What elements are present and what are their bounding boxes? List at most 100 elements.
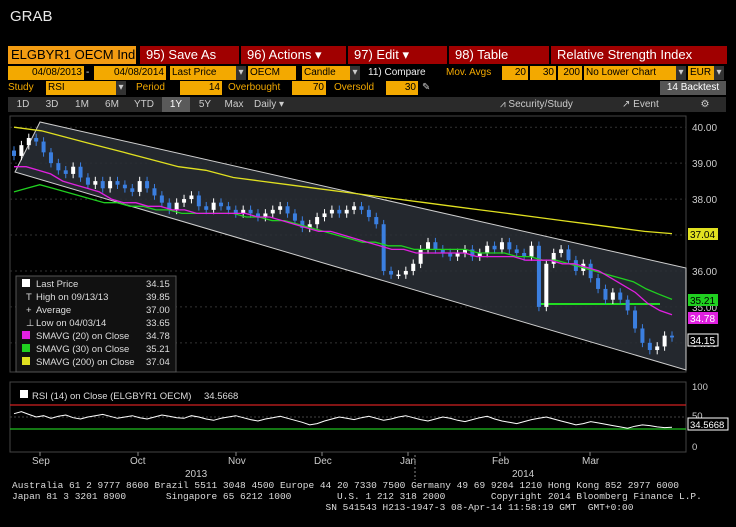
chart-area[interactable]: 40.0039.0038.0037.0036.0035.0034.00 37.0… bbox=[0, 112, 736, 480]
range-5y[interactable]: 5Y bbox=[192, 97, 218, 112]
candle-body bbox=[108, 181, 113, 189]
candle-body bbox=[226, 206, 231, 210]
range-1m[interactable]: 1M bbox=[68, 97, 96, 112]
candle-body bbox=[48, 152, 53, 164]
rsi-value-tag-text: 34.5668 bbox=[690, 420, 724, 431]
actions-menu[interactable]: 96) Actions ▾ bbox=[241, 46, 346, 64]
window-titlebar: GRAB bbox=[0, 0, 736, 42]
candle-body bbox=[603, 288, 608, 300]
price-mode-select[interactable]: Last Price bbox=[170, 66, 236, 80]
chevron-down-icon: ▾ bbox=[279, 99, 285, 110]
range-1y[interactable]: 1Y bbox=[162, 97, 190, 112]
legend-high-label: High on 09/13/13 bbox=[36, 292, 108, 303]
candle-body bbox=[544, 263, 549, 307]
frequency-label: Daily bbox=[254, 99, 277, 110]
candle-body bbox=[56, 163, 61, 171]
candle-body bbox=[396, 274, 401, 277]
range-ytd[interactable]: YTD bbox=[128, 97, 160, 112]
mov-avg-1-field[interactable]: 20 bbox=[502, 66, 528, 80]
rsi-tick-0: 0 bbox=[692, 442, 697, 453]
period-label: Period bbox=[136, 82, 165, 93]
range-6m[interactable]: 6M bbox=[98, 97, 126, 112]
candle-body bbox=[596, 278, 601, 289]
chevron-down-icon[interactable]: ▾ bbox=[116, 81, 126, 95]
legend-average-value: 37.00 bbox=[146, 305, 170, 316]
candle-body bbox=[248, 209, 253, 214]
candle-body bbox=[529, 245, 534, 257]
style-select[interactable]: Candle bbox=[302, 66, 350, 80]
candle-body bbox=[670, 335, 674, 338]
save-as-button[interactable]: 95) Save As bbox=[140, 46, 239, 64]
period-field[interactable]: 14 bbox=[180, 81, 222, 95]
footer-line-2: Japan 81 3 3201 8900 Singapore 65 6212 1… bbox=[12, 491, 702, 502]
lower-chart-select[interactable]: No Lower Chart bbox=[584, 66, 676, 80]
legend-last-value: 34.15 bbox=[146, 279, 170, 290]
mov-avg-2-field[interactable]: 30 bbox=[530, 66, 556, 80]
sma200-swatch bbox=[22, 357, 30, 365]
edit-menu[interactable]: 97) Edit ▾ bbox=[348, 46, 447, 64]
candle-body bbox=[366, 209, 371, 218]
chevron-down-icon: ▾ bbox=[314, 47, 322, 62]
x-axis: Sep Oct Nov Dec Jan Feb Mar bbox=[32, 452, 600, 467]
start-date-field[interactable]: 04/08/2013 bbox=[8, 66, 84, 80]
currency-select[interactable]: EUR bbox=[688, 66, 714, 80]
window-title: GRAB bbox=[10, 8, 53, 25]
gear-icon[interactable]: ⚙ bbox=[690, 97, 720, 112]
event-label: Event bbox=[633, 99, 659, 110]
security-study-button[interactable]: ⩘ Security/Study bbox=[500, 97, 610, 112]
legend-average-label: Average bbox=[36, 305, 71, 316]
legend-sma20-value: 34.78 bbox=[146, 331, 170, 342]
candle-body bbox=[389, 270, 394, 275]
year-label-2013: 2013 bbox=[185, 469, 208, 480]
y-tick-label: 39.00 bbox=[692, 159, 717, 170]
legend-low-value: 33.65 bbox=[146, 318, 170, 329]
candle-body bbox=[278, 206, 283, 210]
candle-body bbox=[174, 202, 179, 210]
chevron-down-icon[interactable]: ▾ bbox=[676, 66, 686, 80]
candle-body bbox=[374, 217, 379, 225]
candle-body bbox=[211, 202, 216, 210]
overbought-field[interactable]: 70 bbox=[292, 81, 326, 95]
candle-body bbox=[322, 213, 327, 218]
sma30-tag-text: 35.21 bbox=[690, 296, 715, 307]
legend-last-label: Last Price bbox=[36, 279, 78, 290]
event-button[interactable]: ↗ Event bbox=[622, 97, 682, 112]
chevron-down-icon[interactable]: ▾ bbox=[350, 66, 360, 80]
rsi-legend-label: RSI (14) on Close (ELGBYR1 OECM) bbox=[32, 391, 191, 402]
footer: Australia 61 2 9777 8600 Brazil 5511 304… bbox=[12, 480, 702, 513]
candle-body bbox=[182, 199, 187, 203]
legend-sma20-label: SMAVG (20) on Close bbox=[36, 331, 129, 342]
source-field[interactable]: OECM bbox=[248, 66, 296, 80]
table-button[interactable]: 98) Table bbox=[449, 46, 549, 64]
study-select[interactable]: RSI bbox=[46, 81, 116, 95]
year-label-2014: 2014 bbox=[512, 469, 535, 480]
candle-body bbox=[418, 249, 423, 264]
candle-body bbox=[352, 206, 357, 210]
candle-body bbox=[426, 242, 431, 250]
pencil-icon[interactable]: ✎ bbox=[422, 81, 436, 95]
rsi-swatch bbox=[20, 390, 28, 398]
backtest-button[interactable]: 14 Backtest bbox=[660, 81, 726, 95]
legend-sma200-value: 37.04 bbox=[146, 357, 170, 368]
chevron-down-icon[interactable]: ▾ bbox=[714, 66, 724, 80]
range-3d[interactable]: 3D bbox=[38, 97, 66, 112]
mov-avg-3-field[interactable]: 200 bbox=[558, 66, 582, 80]
legend-high-value: 39.85 bbox=[146, 292, 170, 303]
range-max[interactable]: Max bbox=[220, 97, 248, 112]
candle-body bbox=[189, 195, 194, 200]
chevron-down-icon[interactable]: ▾ bbox=[236, 66, 246, 80]
ticker-field[interactable]: ELGBYR1 OECM Ind bbox=[8, 46, 136, 64]
end-date-field[interactable]: 04/08/2014 bbox=[94, 66, 166, 80]
oversold-field[interactable]: 30 bbox=[386, 81, 418, 95]
range-1d[interactable]: 1D bbox=[10, 97, 36, 112]
frequency-select[interactable]: Daily ▾ bbox=[250, 97, 304, 112]
candle-body bbox=[196, 195, 201, 207]
sma200-tag-text: 37.04 bbox=[690, 230, 715, 241]
last-price-swatch bbox=[22, 279, 30, 287]
compare-button[interactable]: 11) Compare bbox=[368, 66, 436, 80]
candle-body bbox=[63, 170, 68, 174]
candle-body bbox=[359, 206, 364, 210]
candle-body bbox=[159, 195, 164, 203]
candle-body bbox=[85, 177, 90, 185]
legend-high-icon: T bbox=[26, 292, 32, 303]
